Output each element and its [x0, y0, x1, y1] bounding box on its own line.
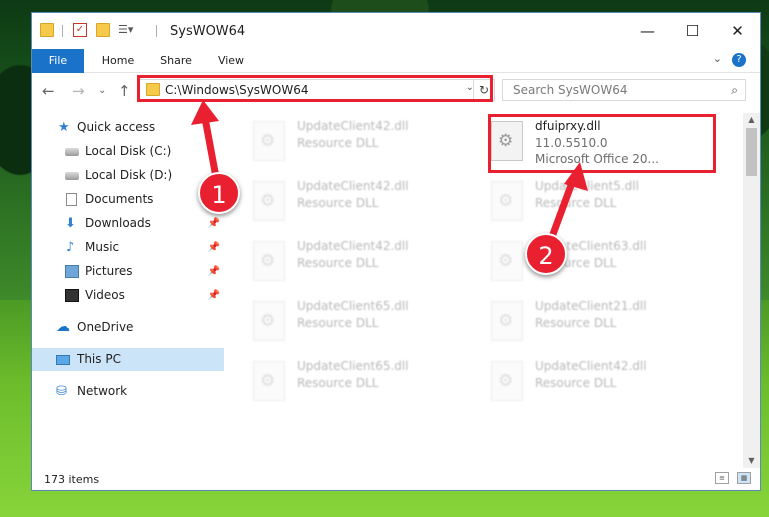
annotation-arrows [191, 100, 588, 249]
step-badge-2: 2 [525, 233, 567, 275]
step-badge-1: 1 [198, 172, 240, 214]
arrow-to-file [545, 162, 588, 249]
